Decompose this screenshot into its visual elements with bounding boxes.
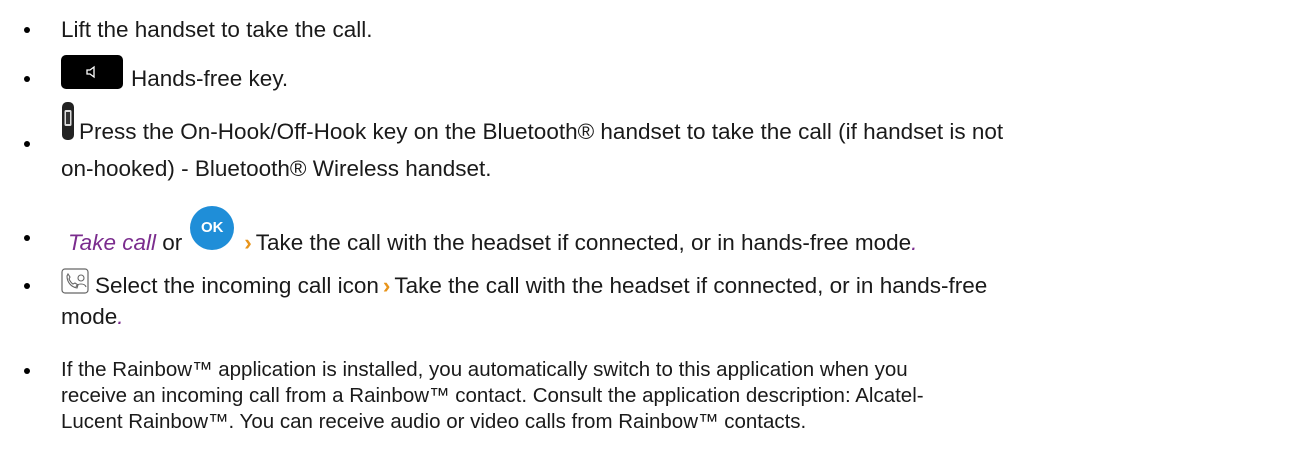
- bullet: [24, 141, 30, 147]
- bluetooth-handset-icon: [62, 102, 74, 140]
- or-text: or: [162, 229, 183, 255]
- arrow-icon: ›: [244, 229, 252, 255]
- item-text-line-3: Lucent Rainbow™. You can receive audio o…: [61, 410, 807, 433]
- bullet: [24, 368, 30, 374]
- item-text-line-1: Select the incoming call icon: [95, 273, 379, 298]
- item-text: Take the call with the headset if connec…: [255, 229, 912, 255]
- incoming-call-icon[interactable]: [61, 268, 89, 294]
- item-text-line-1: Press the On-Hook/Off-Hook key on the Bl…: [79, 118, 1004, 144]
- item-text-line-2: mode: [61, 304, 118, 329]
- item-text-line-1b: Take the call with the headset if connec…: [394, 273, 988, 298]
- take-call-link[interactable]: Take call: [68, 230, 156, 255]
- item-text-line-2: on-hooked) - Bluetooth® Wireless handset…: [61, 156, 492, 181]
- bullet: [24, 76, 30, 82]
- item-text-line-1: If the Rainbow™ application is installed…: [61, 358, 908, 381]
- bullet: [24, 283, 30, 289]
- arrow-icon: ›: [382, 273, 391, 298]
- item-text-line-2: receive an incoming call from a Rainbow™…: [61, 384, 924, 407]
- item-text: Lift the handset to take the call.: [61, 17, 373, 42]
- item-text: Hands-free key.: [131, 66, 289, 91]
- bullet: [24, 235, 30, 241]
- speaker-key-icon: [61, 55, 123, 90]
- bullet: [24, 27, 30, 33]
- instruction-list: Lift the handset to take the call. Hands…: [0, 0, 1311, 469]
- ok-button-icon[interactable]: OK: [190, 206, 235, 250]
